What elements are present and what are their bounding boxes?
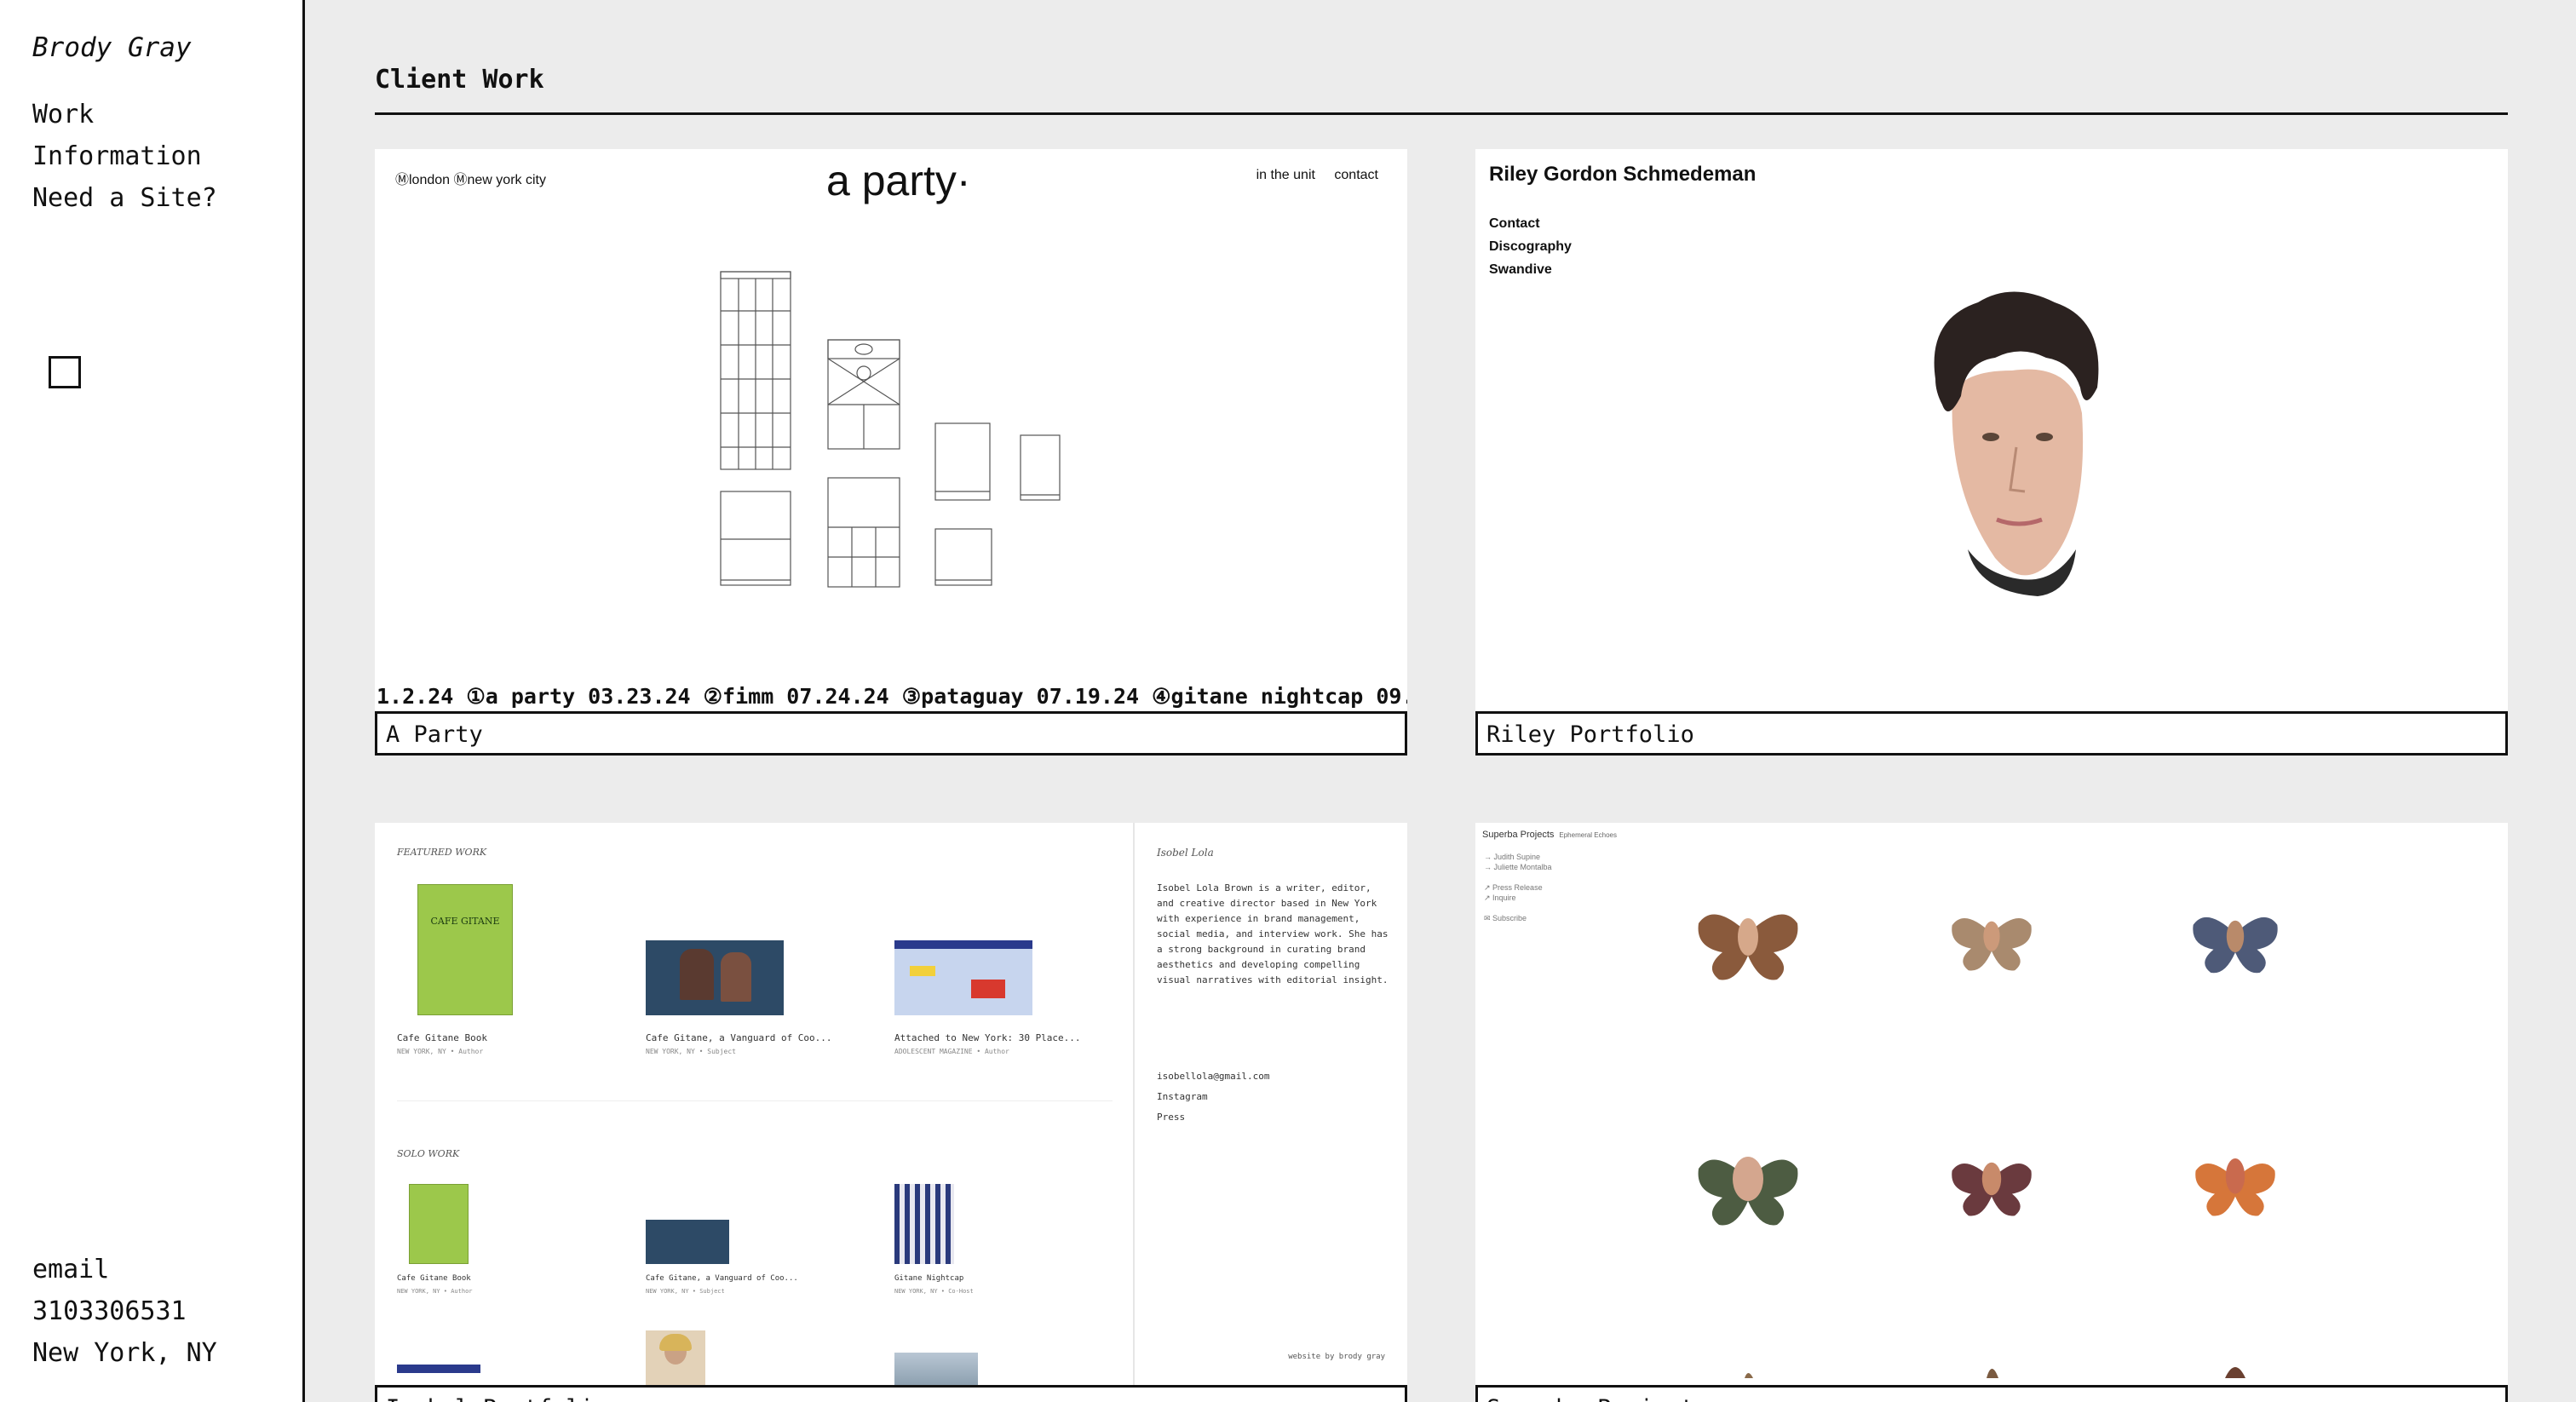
bio-links: isobellola@gmail.com Instagram Press bbox=[1157, 1066, 1269, 1128]
solo-item-meta: NEW YORK, NY • Subject bbox=[646, 1288, 725, 1295]
isobel-bio-panel: Isobel Lola Isobel Lola Brown is a write… bbox=[1133, 823, 1407, 1385]
bio-text: Isobel Lola Brown is a writer, editor, a… bbox=[1157, 882, 1389, 985]
bio-name: Isobel Lola bbox=[1157, 847, 1214, 859]
butterfly-4 bbox=[1698, 1157, 1798, 1226]
link-contact: Contact bbox=[1489, 216, 1540, 231]
sidebar: Brody Gray Work Information Need a Site?… bbox=[0, 0, 305, 1402]
project-caption[interactable]: Riley Portfolio bbox=[1475, 711, 2508, 756]
artist-name: Riley Gordon Schmedeman bbox=[1489, 163, 1757, 186]
sky-thumbnail bbox=[894, 1353, 978, 1385]
square-toggle[interactable] bbox=[49, 356, 81, 388]
gitane-nightcap-poster bbox=[894, 1184, 954, 1264]
cafe-gitane-book-cover: CAFE GITANE bbox=[417, 884, 513, 1015]
project-preview[interactable]: FEATURED WORK CAFE GITANE Cafe Gitane Bo… bbox=[375, 823, 1407, 1385]
project-card-riley-portfolio[interactable]: Riley Gordon Schmedeman Contact Discogra… bbox=[1475, 149, 2508, 756]
contact-info: email 3103306531 New York, NY bbox=[32, 1249, 217, 1374]
butterfly-partial-1 bbox=[1987, 1369, 1998, 1378]
featured-item-title: Cafe Gitane, a Vanguard of Coo... bbox=[646, 1032, 832, 1043]
sidebar-nav: Work Information Need a Site? bbox=[32, 94, 217, 219]
butterfly-partial-3 bbox=[1745, 1373, 1753, 1378]
project-card-a-party[interactable]: Ⓜlondon Ⓜnew york city a party· in the u… bbox=[375, 149, 1407, 756]
butterfly-6 bbox=[2195, 1158, 2275, 1216]
nav-information[interactable]: Information bbox=[32, 135, 217, 177]
cafe-gitane-photo bbox=[646, 940, 784, 1015]
site-owner-name[interactable]: Brody Gray bbox=[32, 32, 192, 63]
event-ticker: 1.2.24 ①a party 03.23.24 ②fimm 07.24.24 … bbox=[377, 684, 1407, 709]
solo-item-meta: NEW YORK, NY • Co-Host bbox=[894, 1288, 974, 1295]
section-divider bbox=[397, 1100, 1113, 1101]
project-caption[interactable]: A Party bbox=[375, 711, 1407, 756]
nav-need-a-site[interactable]: Need a Site? bbox=[32, 177, 217, 219]
email-link: isobellola@gmail.com bbox=[1157, 1071, 1270, 1082]
contact-location: New York, NY bbox=[32, 1338, 217, 1368]
butterfly-1 bbox=[1698, 914, 1798, 980]
project-preview[interactable]: Riley Gordon Schmedeman Contact Discogra… bbox=[1475, 149, 2508, 711]
butterfly-3 bbox=[2193, 916, 2278, 974]
featured-item-meta: NEW YORK, NY • Author bbox=[397, 1048, 484, 1055]
press-link: Press bbox=[1157, 1112, 1186, 1123]
featured-item-meta: ADOLESCENT MAGAZINE • Author bbox=[894, 1048, 1009, 1055]
book-cover-title: CAFE GITANE bbox=[430, 916, 500, 927]
artist-links: Contact Discography Swandive bbox=[1489, 212, 1572, 281]
featured-item-title: Attached to New York: 30 Place... bbox=[894, 1032, 1081, 1043]
contact-email-link[interactable]: email bbox=[32, 1249, 217, 1290]
contact-phone[interactable]: 3103306531 bbox=[32, 1290, 217, 1332]
butterfly-5 bbox=[1952, 1162, 2032, 1216]
cafe-gitane-photo bbox=[646, 1220, 729, 1264]
main-content: Client Work Ⓜlondon Ⓜnew york city a par… bbox=[305, 0, 2576, 1402]
project-preview[interactable]: Superba Projects Ephemeral Echoes → Judit… bbox=[1475, 823, 2508, 1385]
floorplan-drawings bbox=[720, 271, 1061, 588]
cafe-gitane-book-cover bbox=[409, 1184, 469, 1264]
featured-item-meta: NEW YORK, NY • Subject bbox=[646, 1048, 736, 1055]
solo-item-title: Cafe Gitane Book bbox=[397, 1274, 471, 1283]
featured-work-heading: FEATURED WORK bbox=[397, 847, 487, 858]
section-title: Client Work bbox=[375, 65, 544, 95]
butterfly-partial-2 bbox=[2225, 1367, 2245, 1378]
project-caption[interactable]: Superba Projects bbox=[1475, 1385, 2508, 1402]
section-divider bbox=[375, 112, 2508, 115]
solo-item-meta: NEW YORK, NY • Author bbox=[397, 1288, 473, 1295]
project-caption[interactable]: Isobel Portfolio bbox=[375, 1385, 1407, 1402]
solo-thumbnail bbox=[397, 1365, 480, 1373]
solo-item-title: Gitane Nightcap bbox=[894, 1274, 964, 1283]
solo-work-heading: SOLO WORK bbox=[397, 1148, 460, 1159]
project-card-superba-projects[interactable]: Superba Projects Ephemeral Echoes → Judit… bbox=[1475, 823, 2508, 1402]
project-preview[interactable]: Ⓜlondon Ⓜnew york city a party· in the u… bbox=[375, 149, 1407, 711]
link-discography: Discography bbox=[1489, 239, 1572, 254]
isobel-work-list: FEATURED WORK CAFE GITANE Cafe Gitane Bo… bbox=[375, 823, 1133, 1385]
portrait-thumbnail bbox=[646, 1330, 705, 1385]
site-credit: website by brody gray bbox=[1288, 1353, 1385, 1361]
project-card-isobel-portfolio[interactable]: FEATURED WORK CAFE GITANE Cafe Gitane Bo… bbox=[375, 823, 1407, 1402]
butterfly-artworks bbox=[1698, 914, 2278, 1378]
nav-work[interactable]: Work bbox=[32, 94, 217, 135]
link-swandive: Swandive bbox=[1489, 262, 1552, 277]
solo-item-title: Cafe Gitane, a Vanguard of Coo... bbox=[646, 1274, 798, 1283]
instagram-link: Instagram bbox=[1157, 1091, 1208, 1102]
new-york-cafe-photo bbox=[894, 940, 1032, 1015]
portrait-head-image bbox=[1934, 291, 2099, 596]
butterfly-2 bbox=[1952, 917, 2032, 971]
featured-item-title: Cafe Gitane Book bbox=[397, 1032, 487, 1043]
